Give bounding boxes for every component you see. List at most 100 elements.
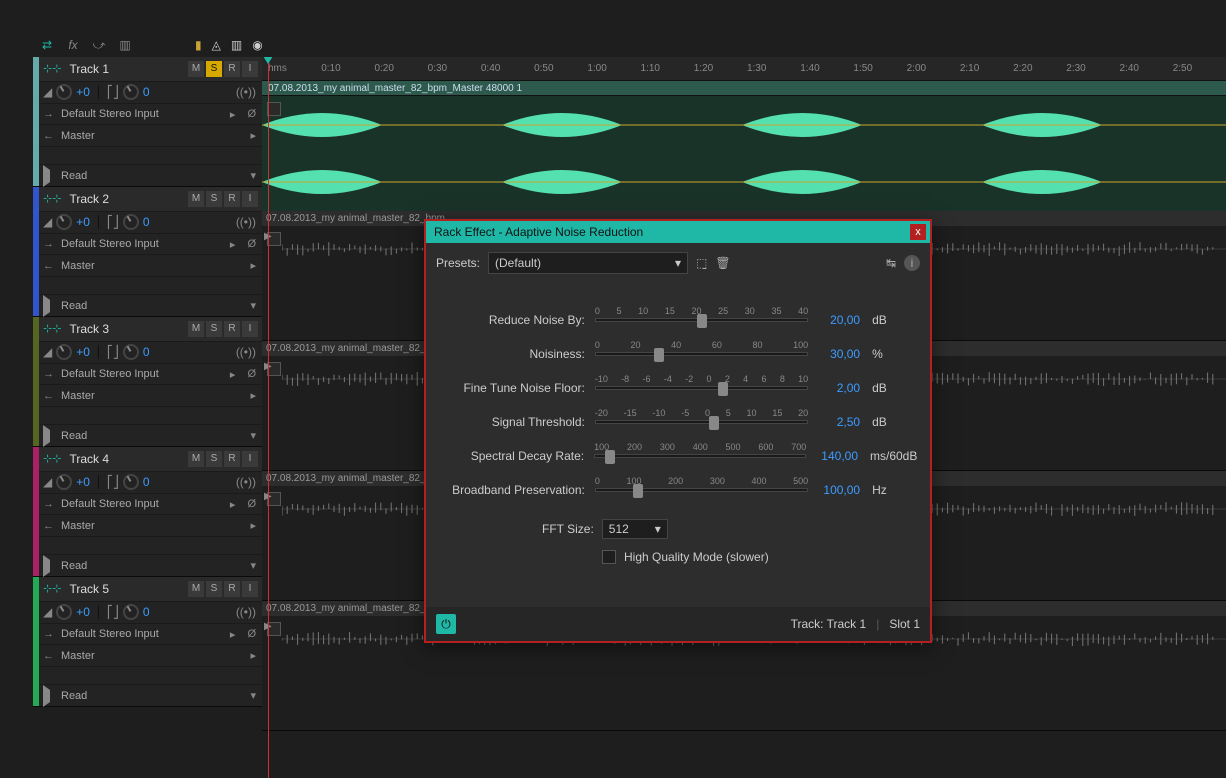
volume-knob[interactable] [56,344,72,360]
record-button[interactable]: R [224,451,240,467]
fft-dropdown[interactable]: 512▾ [602,519,668,539]
fx-icon[interactable]: fx [65,37,81,53]
input-routing[interactable]: Default Stereo Input [61,108,224,120]
play-icon[interactable] [43,170,55,182]
time-ruler[interactable]: hms0:100:200:300:400:501:001:101:201:301… [262,57,1226,81]
input-routing[interactable]: Default Stereo Input [61,498,224,510]
mute-button[interactable]: M [188,191,204,207]
track-name[interactable]: Track 4 [69,452,180,466]
mute-button[interactable]: M [188,581,204,597]
delete-preset-icon[interactable]: 🗑 [715,256,730,270]
output-routing[interactable]: Master [61,390,244,402]
volume-knob[interactable] [56,84,72,100]
save-preset-icon[interactable]: ⬚̱ [696,256,707,270]
param-slider[interactable]: 0100200300400500 [595,476,808,504]
stereo-icon[interactable]: ((•)) [236,85,262,99]
pan-knob[interactable] [123,84,139,100]
param-value[interactable]: 140,00 [816,449,858,463]
info-icon[interactable]: i [904,255,920,271]
stereo-icon[interactable]: ((•)) [236,605,262,619]
pan-knob[interactable] [123,344,139,360]
chevron-right-icon[interactable]: ▸ [230,628,242,641]
chevron-down-icon[interactable]: ▾ [250,299,262,312]
chevron-right-icon[interactable]: ▸ [230,368,242,381]
chevron-right-icon[interactable]: ▸ [250,389,262,402]
mute-button[interactable]: M [188,61,204,77]
track-name[interactable]: Track 1 [69,62,180,76]
input-monitor-button[interactable]: I [242,61,258,77]
input-monitor-button[interactable]: I [242,581,258,597]
param-slider[interactable]: 020406080100 [595,340,808,368]
phase-icon[interactable]: Ø [247,368,262,380]
volume-value[interactable]: +0 [76,215,90,229]
pan-value[interactable]: 0 [143,215,150,229]
dialog-title[interactable]: Rack Effect - Adaptive Noise Reduction x [426,221,930,243]
param-value[interactable]: 2,00 [818,381,860,395]
automation-mode[interactable]: Read [61,300,244,312]
pan-knob[interactable] [123,474,139,490]
pan-knob[interactable] [123,214,139,230]
pan-value[interactable]: 0 [143,605,150,619]
hq-checkbox[interactable] [602,550,616,564]
play-icon[interactable] [43,430,55,442]
volume-value[interactable]: +0 [76,345,90,359]
input-routing[interactable]: Default Stereo Input [61,628,224,640]
chevron-right-icon[interactable]: ▸ [250,129,262,142]
play-icon[interactable] [43,690,55,702]
chevron-right-icon[interactable]: ▸ [230,498,242,511]
phase-icon[interactable]: Ø [247,238,262,250]
volume-knob[interactable] [56,214,72,230]
input-monitor-button[interactable]: I [242,451,258,467]
volume-knob[interactable] [56,604,72,620]
phase-icon[interactable]: Ø [247,628,262,640]
tool-multitrack-icon[interactable]: ⇄ [39,37,55,53]
chevron-right-icon[interactable]: ▸ [250,259,262,272]
preset-dropdown[interactable]: (Default)▾ [488,252,688,274]
param-value[interactable]: 100,00 [818,483,860,497]
play-icon[interactable] [43,560,55,572]
param-slider[interactable]: -10-8-6-4-20246810 [595,374,808,402]
pan-value[interactable]: 0 [143,475,150,489]
tool-highlighter-icon[interactable]: ▮ [195,38,202,52]
record-button[interactable]: R [224,61,240,77]
playhead[interactable] [268,57,269,778]
pan-value[interactable]: 0 [143,345,150,359]
chevron-right-icon[interactable]: ▸ [250,649,262,662]
output-routing[interactable]: Master [61,260,244,272]
power-button[interactable]: ⏻ [436,614,456,634]
param-slider[interactable]: -20-15-10-505101520 [595,408,808,436]
mute-button[interactable]: M [188,451,204,467]
automation-mode[interactable]: Read [61,170,244,182]
stereo-icon[interactable]: ((•)) [236,345,262,359]
pan-knob[interactable] [123,604,139,620]
tool-headphones-icon[interactable]: ◉ [252,38,262,52]
chevron-down-icon[interactable]: ▾ [250,429,262,442]
volume-value[interactable]: +0 [76,85,90,99]
sidechain-icon[interactable]: ↹ [886,256,896,270]
chevron-down-icon[interactable]: ▾ [250,689,262,702]
automation-mode[interactable]: Read [61,690,244,702]
stereo-icon[interactable]: ((•)) [236,475,262,489]
close-button[interactable]: x [910,224,926,240]
output-routing[interactable]: Master [61,650,244,662]
solo-button[interactable]: S [206,191,222,207]
phase-icon[interactable]: Ø [247,108,262,120]
chevron-right-icon[interactable]: ▸ [230,238,242,251]
solo-button[interactable]: S [206,581,222,597]
param-value[interactable]: 2,50 [818,415,860,429]
automation-mode[interactable]: Read [61,430,244,442]
chevron-down-icon[interactable]: ▾ [250,559,262,572]
mute-button[interactable]: M [188,321,204,337]
record-button[interactable]: R [224,581,240,597]
input-monitor-button[interactable]: I [242,321,258,337]
record-button[interactable]: R [224,321,240,337]
tool-snap-icon[interactable]: ◬ [212,38,221,52]
tool-trash-icon[interactable]: ▥ [231,38,242,52]
track-name[interactable]: Track 5 [69,582,180,596]
track-name[interactable]: Track 3 [69,322,180,336]
clip-track-1[interactable]: 07.08.2013_my animal_master_82_bpm_Maste… [262,81,1226,211]
solo-button[interactable]: S [206,61,222,77]
play-icon[interactable] [43,300,55,312]
input-routing[interactable]: Default Stereo Input [61,238,224,250]
volume-knob[interactable] [56,474,72,490]
